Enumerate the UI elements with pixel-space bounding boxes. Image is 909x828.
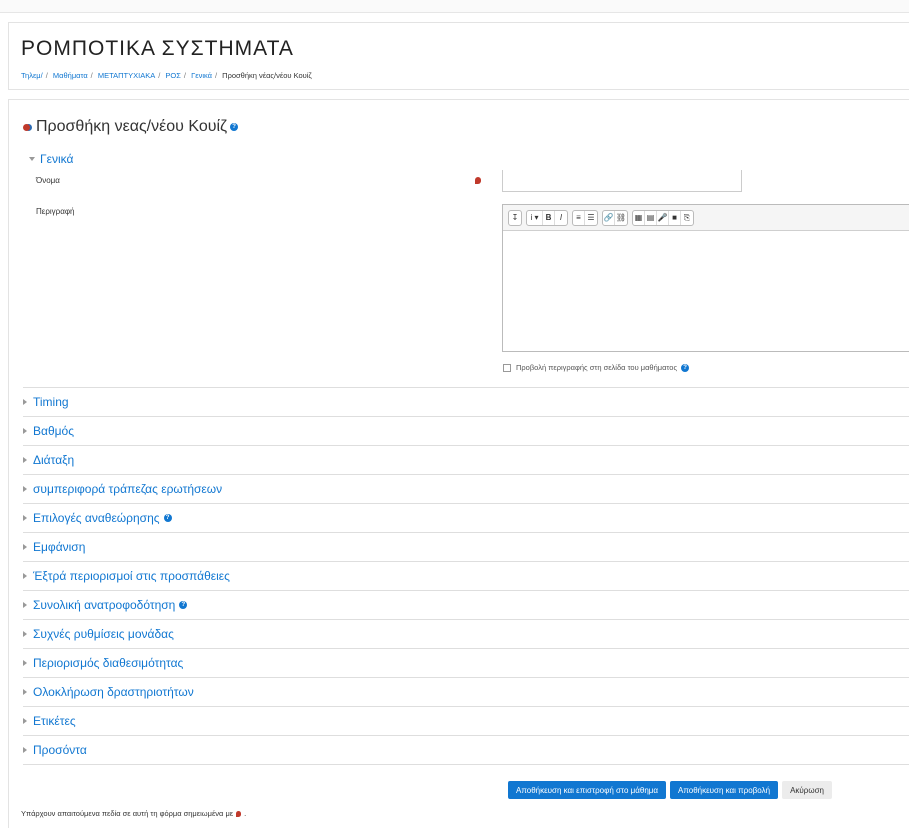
show-description-checkbox[interactable] bbox=[503, 363, 511, 372]
quiz-icon bbox=[23, 123, 30, 131]
section-label: Επιλογές αναθεώρησης bbox=[33, 511, 160, 525]
section-activity-completion[interactable]: Ολοκλήρωση δραστηριοτήτων bbox=[23, 677, 909, 706]
toolbar-toggle-icon[interactable]: ↧ bbox=[509, 211, 521, 225]
required-note-suffix: . bbox=[244, 809, 247, 818]
breadcrumb-item-home[interactable]: Τηλεμ/ bbox=[21, 71, 43, 80]
caret-right-icon bbox=[23, 602, 27, 608]
section-extra-restrictions[interactable]: Έξτρά περιορισμοί στις προσπάθειες bbox=[23, 561, 909, 590]
save-and-return-button[interactable]: Αποθήκευση και επιστροφή στο μάθημα bbox=[508, 781, 667, 799]
section-appearance[interactable]: Εμφάνιση bbox=[23, 532, 909, 561]
section-overall-feedback[interactable]: Συνολική ανατροφοδότηση ? bbox=[23, 590, 909, 619]
breadcrumb-item-postgrad[interactable]: ΜΕΤΑΠΤΥΧΙΑΚΑ bbox=[98, 71, 155, 80]
help-icon[interactable]: ? bbox=[230, 123, 239, 131]
section-label: Βαθμός bbox=[33, 424, 74, 438]
save-and-display-button[interactable]: Αποθήκευση και προβολή bbox=[670, 781, 779, 799]
section-label: Συνολική ανατροφοδότηση bbox=[33, 598, 176, 612]
toolbar-group-media: ▦ ▤ 🎤 ■ ⎘ bbox=[632, 209, 694, 226]
caret-right-icon bbox=[23, 428, 27, 434]
italic-icon[interactable]: I bbox=[555, 211, 567, 225]
editor-content-area[interactable] bbox=[503, 231, 909, 351]
section-grade[interactable]: Βαθμός bbox=[23, 416, 909, 445]
section-review-options[interactable]: Επιλογές αναθεώρησης ? bbox=[23, 503, 909, 532]
media-icon[interactable]: ▤ bbox=[645, 210, 657, 225]
section-label: Έξτρά περιορισμοί στις προσπάθειες bbox=[33, 569, 230, 583]
required-note-text: Υπάρχουν απαιτούμενα πεδία σε αυτή τη φό… bbox=[21, 809, 234, 818]
record-video-icon[interactable]: ■ bbox=[669, 210, 681, 225]
required-icon bbox=[236, 810, 242, 817]
caret-right-icon bbox=[23, 660, 27, 666]
section-general-label: Γενικά bbox=[40, 152, 74, 166]
section-restrict-access[interactable]: Περιορισμός διαθεσιμότητας bbox=[23, 648, 909, 677]
help-icon[interactable]: ? bbox=[179, 601, 188, 609]
section-label: Ετικέτες bbox=[33, 714, 76, 728]
required-icon bbox=[475, 177, 481, 184]
paragraph-style-icon[interactable]: i ▾ bbox=[527, 210, 543, 225]
caret-right-icon bbox=[23, 457, 27, 463]
cancel-button[interactable]: Ακύρωση bbox=[782, 781, 832, 799]
top-navbar bbox=[0, 0, 909, 13]
record-audio-icon[interactable]: 🎤 bbox=[657, 210, 669, 225]
section-label: συμπεριφορά τράπεζας ερωτήσεων bbox=[33, 482, 223, 496]
manage-files-icon[interactable]: ⎘ bbox=[681, 211, 693, 225]
unordered-list-icon[interactable]: ≡ bbox=[573, 210, 585, 225]
required-fields-note: Υπάρχουν απαιτούμενα πεδία σε αυτή τη φό… bbox=[21, 809, 246, 818]
caret-right-icon bbox=[23, 544, 27, 550]
caret-right-icon bbox=[23, 747, 27, 753]
name-label: Όνομα bbox=[36, 176, 60, 185]
caret-right-icon bbox=[23, 399, 27, 405]
image-icon[interactable]: ▦ bbox=[633, 210, 645, 225]
caret-right-icon bbox=[23, 515, 27, 521]
breadcrumb-item-course[interactable]: ΡΟΣ bbox=[165, 71, 180, 80]
caret-right-icon bbox=[23, 573, 27, 579]
section-label: Συχνές ρυθμίσεις μονάδας bbox=[33, 627, 174, 641]
section-competencies[interactable]: Προσόντα bbox=[23, 735, 909, 765]
page-title: Προσθήκη νεας/νέου Κουίζ ? bbox=[23, 118, 239, 136]
section-layout[interactable]: Διάταξη bbox=[23, 445, 909, 474]
section-question-behaviour[interactable]: συμπεριφορά τράπεζας ερωτήσεων bbox=[23, 474, 909, 503]
ordered-list-icon[interactable]: ☰ bbox=[585, 211, 597, 225]
course-title: ΡΟΜΠΟΤΙΚΑ ΣΥΣΤΗΜΑΤΑ bbox=[21, 37, 294, 60]
section-label: Ολοκλήρωση δραστηριοτήτων bbox=[33, 685, 194, 699]
main-form-card: Προσθήκη νεας/νέου Κουίζ ? Γενικά Όνομα … bbox=[8, 99, 909, 828]
link-icon[interactable]: 🔗 bbox=[603, 210, 615, 225]
form-buttons: Αποθήκευση και επιστροφή στο μάθημα Αποθ… bbox=[508, 781, 832, 799]
section-label: Εμφάνιση bbox=[33, 540, 86, 554]
section-label: Προσόντα bbox=[33, 743, 87, 757]
caret-right-icon bbox=[23, 486, 27, 492]
unlink-icon[interactable]: ⛓ bbox=[615, 211, 627, 225]
page-header: ΡΟΜΠΟΤΙΚΑ ΣΥΣΤΗΜΑΤΑ Τηλεμ// Μαθήματα / ΜΕ… bbox=[8, 22, 909, 90]
page-title-text: Προσθήκη νεας/νέου Κουίζ bbox=[36, 118, 228, 135]
show-description-row: Προβολή περιγραφής στη σελίδα του μαθήμα… bbox=[503, 363, 690, 372]
section-label: Timing bbox=[33, 395, 69, 409]
toolbar-group-format: i ▾ B I bbox=[526, 209, 568, 226]
section-label: Περιορισμός διαθεσιμότητας bbox=[33, 656, 184, 670]
caret-down-icon bbox=[29, 157, 35, 161]
toolbar-group-lists: ≡ ☰ bbox=[572, 209, 598, 226]
help-icon[interactable]: ? bbox=[163, 514, 172, 522]
name-input[interactable] bbox=[502, 170, 742, 192]
breadcrumb: Τηλεμ// Μαθήματα / ΜΕΤΑΠΤΥΧΙΑΚΑ / ΡΟΣ / Γεν… bbox=[21, 71, 312, 80]
section-label: Διάταξη bbox=[33, 453, 75, 467]
section-general-toggle[interactable]: Γενικά bbox=[29, 152, 73, 166]
breadcrumb-item-current: Προσθήκη νέας/νέου Κουίζ bbox=[222, 71, 312, 80]
description-label: Περιγραφή bbox=[36, 207, 75, 216]
section-tags[interactable]: Ετικέτες bbox=[23, 706, 909, 735]
bold-icon[interactable]: B bbox=[543, 210, 555, 225]
section-timing[interactable]: Timing bbox=[23, 387, 909, 416]
breadcrumb-item-section[interactable]: Γενικά bbox=[191, 71, 212, 80]
caret-right-icon bbox=[23, 689, 27, 695]
section-common-module-settings[interactable]: Συχνές ρυθμίσεις μονάδας bbox=[23, 619, 909, 648]
toolbar-group-collapse: ↧ bbox=[508, 209, 522, 226]
show-description-label: Προβολή περιγραφής στη σελίδα του μαθήμα… bbox=[516, 363, 678, 372]
toolbar-group-links: 🔗 ⛓ bbox=[602, 209, 628, 226]
caret-right-icon bbox=[23, 631, 27, 637]
description-editor[interactable]: ↧ i ▾ B I ≡ ☰ 🔗 ⛓ ▦ ▤ 🎤 ■ ⎘ bbox=[502, 204, 909, 352]
editor-toolbar: ↧ i ▾ B I ≡ ☰ 🔗 ⛓ ▦ ▤ 🎤 ■ ⎘ bbox=[503, 205, 909, 231]
breadcrumb-item-courses[interactable]: Μαθήματα bbox=[53, 71, 88, 80]
caret-right-icon bbox=[23, 718, 27, 724]
help-icon[interactable]: ? bbox=[681, 363, 690, 372]
